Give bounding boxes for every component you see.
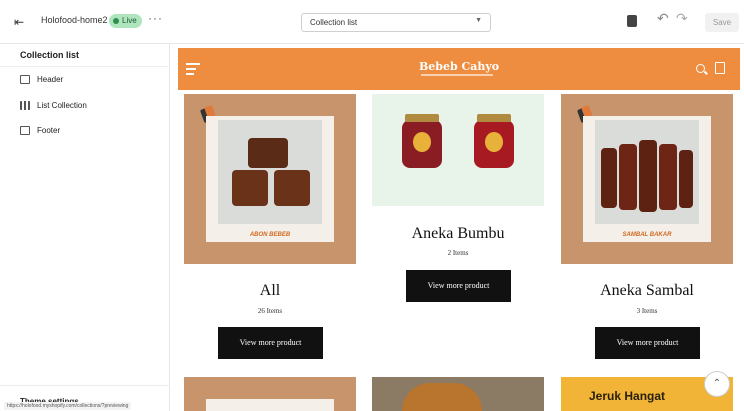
- image-frame: [206, 399, 334, 411]
- product-jar: [402, 114, 442, 168]
- collection-count: 2 Items: [447, 249, 469, 257]
- image-caption: Jeruk Hangat: [589, 389, 666, 403]
- store-preview: Bebeb Cahyo ABON BEBEB All 26 Items View…: [178, 48, 740, 411]
- collection-section-icon: [20, 100, 30, 110]
- sidebar-item-label: List Collection: [37, 100, 87, 110]
- view-more-button[interactable]: View more product: [406, 270, 511, 302]
- collection-title[interactable]: All: [184, 282, 356, 300]
- editor-topbar: ⇤ Holofood-home2 Live ··· Collection lis…: [0, 0, 744, 44]
- sidebar-item-label: Footer: [37, 125, 61, 135]
- more-options-button[interactable]: ···: [148, 11, 163, 25]
- template-select[interactable]: Collection list ▼: [301, 13, 491, 32]
- product-photo: [402, 383, 482, 411]
- sidebar-item-list-collection[interactable]: List Collection: [20, 98, 87, 112]
- live-dot-icon: [113, 18, 119, 24]
- live-label: Live: [122, 16, 137, 25]
- collection-image-partial[interactable]: [184, 377, 356, 411]
- sidebar: Collection list Header List Collection F…: [0, 44, 170, 411]
- sidebar-item-header[interactable]: Header: [20, 72, 63, 86]
- cart-icon[interactable]: [715, 62, 725, 74]
- sidebar-title: Collection list: [20, 50, 80, 60]
- collection-count: 3 Items: [636, 307, 658, 315]
- view-more-button[interactable]: View more product: [595, 327, 700, 359]
- search-icon[interactable]: [696, 64, 705, 73]
- image-frame: ABON BEBEB: [206, 116, 334, 242]
- image-caption: ABON BEBEB: [249, 232, 291, 238]
- sidebar-item-footer[interactable]: Footer: [20, 123, 60, 137]
- scroll-to-top-icon[interactable]: ⌃: [704, 371, 730, 397]
- collection-count: 26 Items: [257, 307, 283, 315]
- store-brand[interactable]: Bebeb Cahyo: [419, 60, 499, 73]
- template-select-value: Collection list: [310, 18, 358, 27]
- collection-image-all[interactable]: ABON BEBEB: [184, 94, 356, 264]
- product-photo: [218, 120, 322, 224]
- image-frame: SAMBAL BAKAR: [583, 116, 711, 242]
- status-url: https://holofood.myshopify.com/collectio…: [4, 402, 132, 410]
- collection-image-aneka-bumbu[interactable]: [372, 94, 544, 206]
- store-tagline: [421, 74, 493, 76]
- view-more-button[interactable]: View more product: [218, 327, 323, 359]
- save-button[interactable]: Save: [705, 13, 739, 32]
- theme-name: Holofood-home2: [41, 15, 108, 25]
- image-caption: SAMBAL BAKAR: [622, 232, 672, 238]
- header-section-icon: [20, 74, 30, 84]
- device-preview-icon[interactable]: [627, 15, 637, 27]
- sidebar-item-label: Header: [37, 74, 64, 84]
- redo-icon[interactable]: ↷: [676, 10, 688, 27]
- live-badge: Live: [109, 14, 142, 28]
- collection-title[interactable]: Aneka Bumbu: [372, 225, 544, 243]
- exit-icon[interactable]: ⇤: [12, 15, 26, 29]
- collection-image-aneka-sambal[interactable]: SAMBAL BAKAR: [561, 94, 733, 264]
- undo-icon[interactable]: ↶: [657, 10, 669, 27]
- product-jar: [474, 114, 514, 168]
- collection-image-partial[interactable]: [372, 377, 544, 411]
- menu-icon[interactable]: [186, 63, 200, 75]
- divider: [0, 385, 170, 386]
- divider: [0, 66, 170, 67]
- store-header: Bebeb Cahyo: [178, 48, 740, 90]
- product-photo: [595, 120, 699, 224]
- footer-section-icon: [20, 125, 30, 135]
- collection-title[interactable]: Aneka Sambal: [561, 282, 733, 300]
- chevron-down-icon: ▼: [475, 17, 482, 24]
